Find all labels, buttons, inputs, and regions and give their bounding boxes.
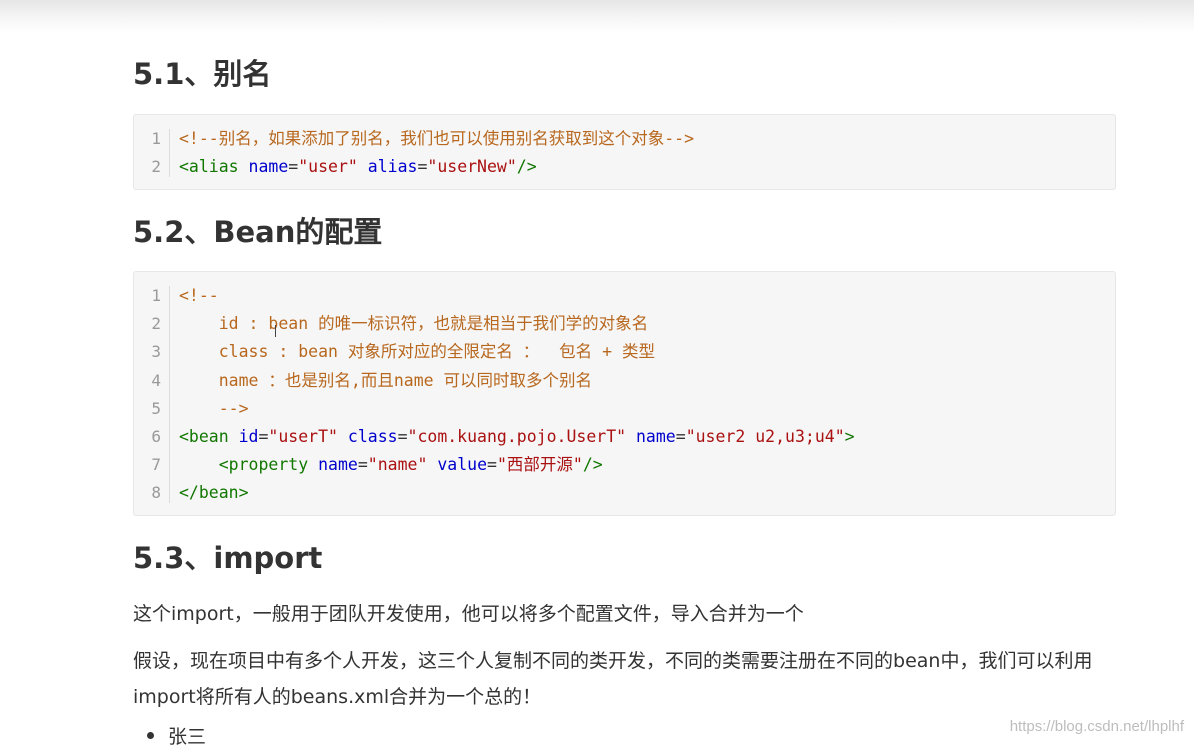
code-token: value <box>437 455 487 475</box>
line-number: 3 <box>151 342 161 362</box>
code-token: "西部开源" <box>496 455 583 475</box>
line-number: 1 <box>151 129 161 148</box>
code-token: <alias <box>179 157 249 177</box>
code-token: = <box>357 455 368 475</box>
code-token: name ：也是别名,而且name 可以同时取多个别名 <box>179 370 593 390</box>
top-shadow <box>0 0 1194 34</box>
code-token: "com.kuang.pojo.UserT" <box>407 426 627 446</box>
code-token: name <box>248 157 289 177</box>
code-token: <!--别名，如果添加了别名，我们也可以使用别名获取到这个对象--> <box>179 129 695 148</box>
code-line: 6 <bean id="userT" class="com.kuang.pojo.… <box>134 423 1115 451</box>
code-token: = <box>397 426 408 446</box>
code-token: id : bean 的唯一标识符，也就是相当于我们学的对象名 <box>179 314 649 334</box>
code-text: id : bean 的唯一标识符，也就是相当于我们学的对象名 <box>179 310 648 338</box>
line-number: 2 <box>151 157 161 177</box>
line-number: 6 <box>151 426 161 446</box>
code-token: <property <box>218 455 319 475</box>
code-text: <bean id="userT" class="com.kuang.pojo.U… <box>179 423 855 451</box>
code-text: <property name="name" value="西部开源"/> <box>179 451 603 479</box>
code-lines: 1 <!--别名，如果添加了别名，我们也可以使用别名获取到这个对象--> 2 <ali… <box>134 125 1115 181</box>
code-block-bean-config: 1 <!-- 2 id : bean 的唯一标识符，也就是相当于我们学的对象名 3 c… <box>133 271 1116 516</box>
code-text: <!-- <box>179 282 219 310</box>
code-line: 7 <property name="name" value="西部开源"/> <box>134 451 1115 479</box>
code-token: --> <box>179 398 249 418</box>
text-cursor-icon <box>275 325 277 337</box>
code-block-alias: 1 <!--别名，如果添加了别名，我们也可以使用别名获取到这个对象--> 2 <ali… <box>133 114 1116 190</box>
code-token: "userT" <box>268 426 338 446</box>
code-text: --> <box>179 395 249 423</box>
line-number: 5 <box>151 398 161 418</box>
code-lines: 1 <!-- 2 id : bean 的唯一标识符，也就是相当于我们学的对象名 3 c… <box>134 282 1115 508</box>
code-token: <bean <box>179 426 239 446</box>
line-number: 1 <box>151 286 161 305</box>
code-token: alias <box>367 157 418 177</box>
code-token: = <box>417 157 428 177</box>
paragraph-import-intro: 这个import，一般用于团队开发使用，他可以将多个配置文件，导入合并为一个 <box>133 603 804 625</box>
code-token: "name" <box>367 455 428 475</box>
code-token: class <box>347 426 398 446</box>
list-item-label: 张三 <box>168 726 207 748</box>
code-line: 8 </bean> <box>134 479 1115 507</box>
code-token: /> <box>582 455 603 475</box>
code-token: class : bean 对象所对应的全限定名 ： 包名 + 类型 <box>179 342 655 362</box>
code-token: "user2 u2,u3;u4" <box>685 426 845 446</box>
code-token: = <box>487 455 497 475</box>
section-heading-bean-config: 5.2、Bean的配置 <box>133 215 383 249</box>
code-line: 5 --> <box>134 395 1115 423</box>
code-text: <!--别名，如果添加了别名，我们也可以使用别名获取到这个对象--> <box>179 125 694 153</box>
code-token: <!-- <box>179 286 219 305</box>
line-number: 8 <box>151 483 161 503</box>
code-token: "userNew" <box>427 157 517 177</box>
bullet-icon <box>147 732 154 739</box>
code-text: </bean> <box>179 479 249 507</box>
code-line: 3 class : bean 对象所对应的全限定名 ： 包名 + 类型 <box>134 338 1115 366</box>
code-token: id <box>238 426 259 446</box>
code-token: = <box>675 426 686 446</box>
code-line: 1 <!-- <box>134 282 1115 310</box>
code-text: name ：也是别名,而且name 可以同时取多个别名 <box>179 367 592 395</box>
code-token: </bean> <box>179 483 249 503</box>
code-text: class : bean 对象所对应的全限定名 ： 包名 + 类型 <box>179 338 655 366</box>
code-token: name <box>318 455 358 475</box>
code-token: name <box>636 426 676 446</box>
line-number: 7 <box>151 455 161 475</box>
code-token: = <box>288 157 299 177</box>
code-text: <alias name="user" alias="userNew"/> <box>179 153 537 181</box>
list-item: 张三 <box>147 724 206 750</box>
paragraph-import-detail: 假设，现在项目中有多个人开发，这三个人复制不同的类开发，不同的类需要注册在不同的… <box>133 650 1093 708</box>
line-number: 2 <box>151 314 161 334</box>
code-token: "user" <box>298 157 358 177</box>
code-line: 2 id : bean 的唯一标识符，也就是相当于我们学的对象名 <box>134 310 1115 338</box>
watermark: https://blog.csdn.net/lhplhf <box>1009 718 1184 735</box>
code-token: = <box>258 426 269 446</box>
code-line: 4 name ：也是别名,而且name 可以同时取多个别名 <box>134 367 1115 395</box>
code-token: /> <box>516 157 537 177</box>
code-token: > <box>844 426 855 446</box>
section-heading-import: 5.3、import <box>133 541 323 575</box>
code-line: 2 <alias name="user" alias="userNew"/> <box>134 153 1115 181</box>
code-line: 1 <!--别名，如果添加了别名，我们也可以使用别名获取到这个对象--> <box>134 125 1115 153</box>
section-heading-alias: 5.1、别名 <box>133 57 272 91</box>
line-number: 4 <box>151 370 161 390</box>
